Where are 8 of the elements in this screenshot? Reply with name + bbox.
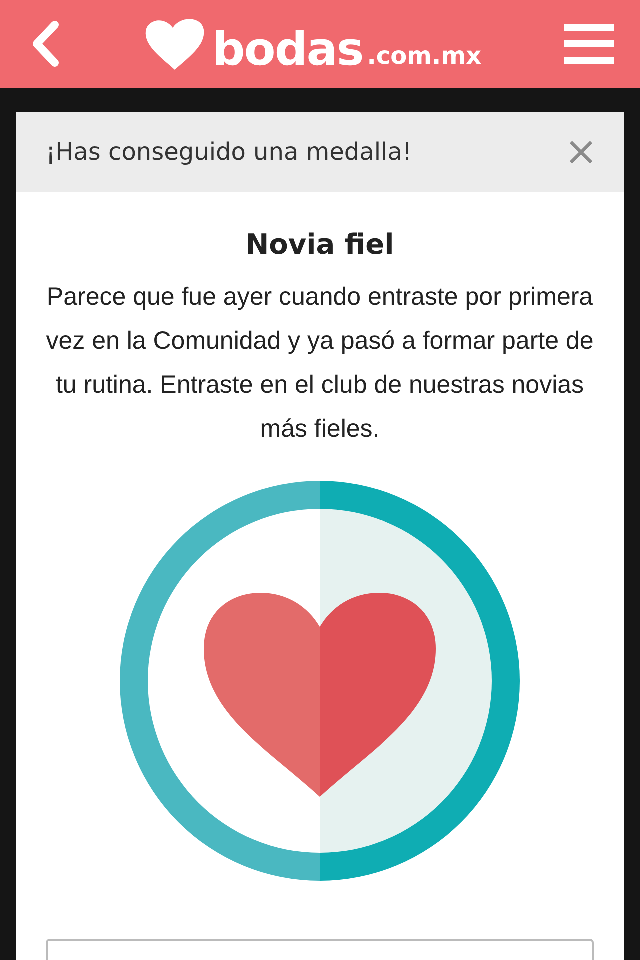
logo-text: bodas: [212, 26, 364, 72]
medal-name: Novia fiel: [246, 228, 394, 261]
close-button[interactable]: ×: [564, 132, 598, 172]
back-icon[interactable]: [30, 21, 60, 67]
logo-domain: .com.mx: [367, 40, 482, 72]
menu-icon[interactable]: [564, 24, 614, 64]
modal-title: ¡Has conseguido una medalla!: [46, 138, 412, 166]
medal-description: Parece que fue ayer cuando entraste por primera vez en la Comunidad y ya pasó a formar parte de tu rutina. Entraste en el club de nuestras novias más fieles.: [45, 282, 595, 445]
